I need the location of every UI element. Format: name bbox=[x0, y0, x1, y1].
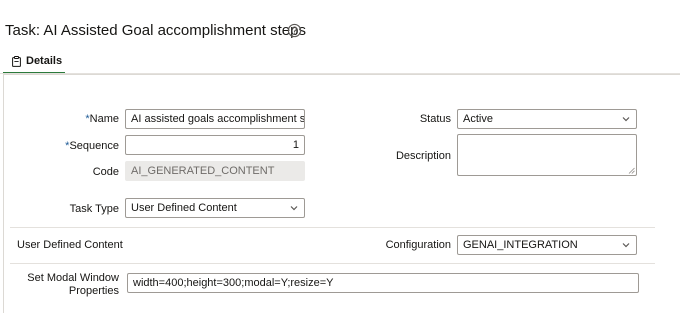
tab-details[interactable]: Details bbox=[3, 50, 65, 74]
clipboard-icon bbox=[12, 56, 21, 67]
question-circle-icon[interactable] bbox=[287, 23, 302, 38]
modal-properties-label-line2: Properties bbox=[68, 285, 119, 297]
user-defined-content-label: User Defined Content bbox=[17, 239, 123, 251]
name-label: *Name bbox=[85, 113, 119, 125]
task-type-select[interactable]: User Defined Content bbox=[125, 198, 305, 218]
tab-details-label: Details bbox=[26, 55, 63, 67]
configuration-label: Configuration bbox=[385, 239, 451, 251]
sequence-field[interactable]: 1 bbox=[125, 135, 305, 155]
modal-properties-label: Set Modal Window Properties bbox=[27, 272, 119, 298]
code-value: AI_GENERATED_CONTENT bbox=[125, 161, 305, 181]
modal-properties-field[interactable]: width=400;height=300;modal=Y;resize=Y bbox=[127, 273, 639, 293]
task-type-value: User Defined Content bbox=[131, 202, 237, 214]
configuration-select[interactable]: GENAI_INTEGRATION bbox=[457, 235, 637, 255]
code-label: Code bbox=[92, 166, 119, 178]
chevron-down-icon bbox=[622, 243, 630, 248]
task-type-label: Task Type bbox=[69, 203, 119, 215]
description-label: Description bbox=[395, 150, 451, 162]
resize-grip-icon[interactable] bbox=[628, 167, 635, 174]
section-divider bbox=[10, 227, 655, 228]
description-textarea[interactable] bbox=[457, 134, 637, 176]
page-title: Task: AI Assisted Goal accomplishment st… bbox=[5, 22, 306, 39]
modal-properties-label-line1: Set Modal Window bbox=[27, 272, 119, 284]
section-divider bbox=[10, 263, 655, 264]
chevron-down-icon bbox=[622, 117, 630, 122]
status-value: Active bbox=[463, 113, 493, 125]
status-label: Status bbox=[419, 113, 451, 125]
chevron-down-icon bbox=[290, 206, 298, 211]
name-field[interactable]: AI assisted goals accomplishment steps bbox=[125, 109, 305, 129]
sequence-label: *Sequence bbox=[65, 140, 119, 152]
status-select[interactable]: Active bbox=[457, 109, 637, 129]
configuration-value: GENAI_INTEGRATION bbox=[463, 239, 578, 251]
